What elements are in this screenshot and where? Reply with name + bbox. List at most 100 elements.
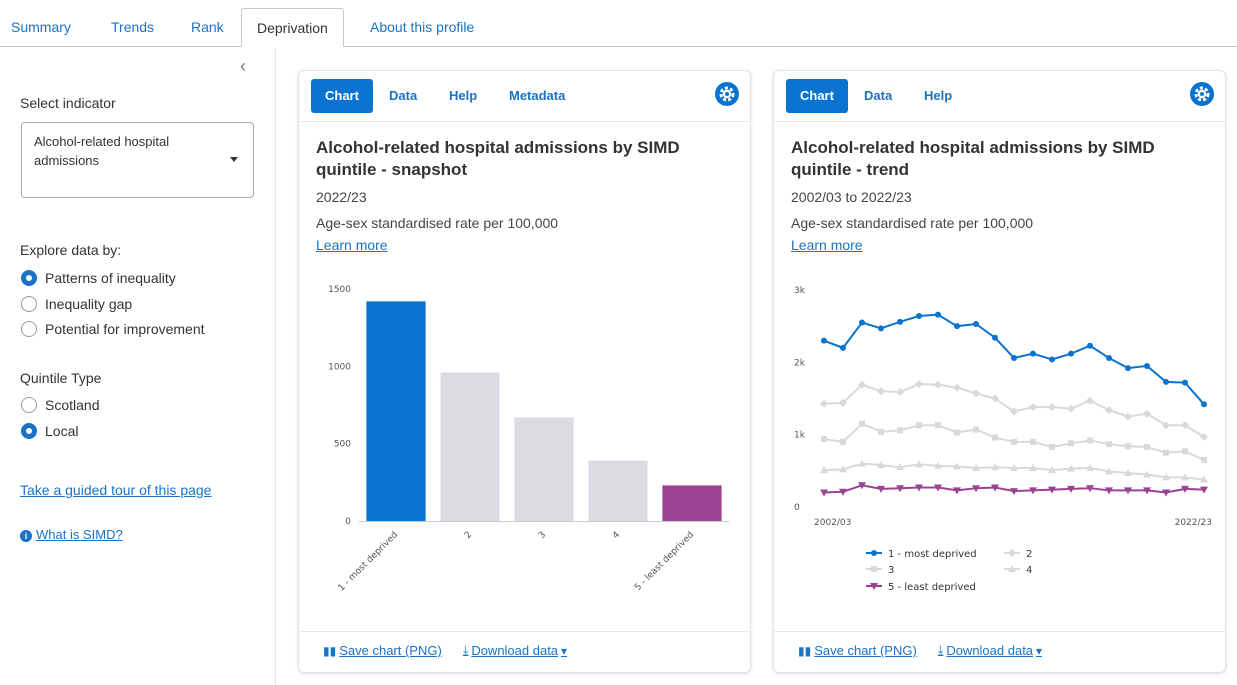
legend-item: 4 [1004, 565, 1032, 576]
tab-summary[interactable]: Summary [11, 8, 71, 47]
trend-tab-help[interactable]: Help [924, 79, 952, 113]
data-point [1011, 354, 1017, 361]
legend-item: 1 - most deprived [866, 549, 977, 560]
data-point [1049, 443, 1055, 450]
indicator-select[interactable]: Alcohol-related hospital admissions [21, 122, 254, 198]
snapshot-save-chart-button[interactable]: ▮▮ Save chart (PNG) [323, 643, 442, 658]
trend-learn-more-link[interactable]: Learn more [791, 237, 863, 253]
data-point [916, 422, 922, 429]
select-indicator-label: Select indicator [20, 95, 116, 111]
x-tick-label: 1 - most deprived [337, 530, 400, 593]
data-point [896, 387, 904, 396]
bar-chart-icon: ▮▮ [798, 643, 812, 658]
data-point [954, 323, 960, 330]
quintile-type-label: Quintile Type [20, 370, 102, 386]
y-tick-label: 2k [794, 358, 806, 368]
y-tick-label: 500 [334, 440, 351, 450]
divider [299, 121, 750, 122]
data-point [1030, 438, 1036, 445]
snapshot-download-data-button[interactable]: ⤓ Download data ▾ [463, 643, 567, 658]
data-point [1182, 379, 1188, 386]
data-point [821, 337, 827, 344]
download-data-label: Download data [946, 643, 1034, 658]
tab-about-profile[interactable]: About this profile [370, 8, 474, 47]
radio-label: Patterns of inequality [45, 270, 176, 286]
snapshot-tab-metadata[interactable]: Metadata [509, 79, 565, 113]
trend-line-chart: 0 1k 2k 3k 2002/03 2022/23 1 - most deprived 2 3… [794, 286, 1212, 593]
radio-label: Scotland [45, 397, 100, 413]
y-tick-label: 0 [794, 503, 800, 513]
data-point [953, 383, 961, 392]
data-point [840, 438, 846, 445]
data-point [878, 325, 884, 332]
snapshot-period: 2022/23 [316, 189, 367, 205]
data-point [1144, 362, 1150, 369]
data-point [1068, 350, 1074, 357]
data-point [1086, 396, 1094, 405]
snapshot-bar-chart: 0 500 1000 1500 1 - most deprived 2 3 4 5 - leas… [328, 285, 729, 594]
data-point [897, 318, 903, 325]
sidebar: ‹ Select indicator Alcohol-related hospi… [0, 48, 276, 685]
what-is-simd-link[interactable]: i What is SIMD? [20, 527, 123, 542]
data-point [1011, 438, 1017, 445]
radio-local[interactable]: Local [21, 421, 78, 441]
dropdown-caret-icon [230, 157, 238, 162]
divider [299, 631, 750, 632]
what-is-simd-label: What is SIMD? [36, 527, 123, 542]
bar [662, 485, 722, 521]
snapshot-tab-data[interactable]: Data [389, 79, 417, 113]
snapshot-learn-more-link[interactable]: Learn more [316, 237, 388, 253]
data-point [1201, 456, 1207, 463]
tab-trends[interactable]: Trends [111, 8, 154, 47]
radio-unselected-icon [21, 397, 37, 413]
caret-down-icon: ▾ [561, 643, 568, 658]
settings-gear-icon[interactable] [714, 81, 740, 107]
x-tick-label: 3 [537, 530, 548, 541]
series-2 [821, 420, 1207, 463]
x-tick-label: 5 - least deprived [633, 530, 696, 593]
data-point [821, 436, 827, 443]
tab-rank[interactable]: Rank [191, 8, 224, 47]
data-point [1105, 406, 1113, 415]
snapshot-tab-chart[interactable]: Chart [311, 79, 373, 113]
guided-tour-link[interactable]: Take a guided tour of this page [20, 482, 211, 498]
legend-item: 2 [1004, 549, 1032, 560]
data-point [1163, 378, 1169, 385]
legend-label: 3 [888, 565, 894, 576]
data-point [992, 434, 998, 441]
data-point [840, 344, 846, 351]
collapse-sidebar-icon[interactable]: ‹ [240, 56, 246, 77]
trend-tab-data[interactable]: Data [864, 79, 892, 113]
legend-label: 1 - most deprived [888, 549, 977, 560]
snapshot-tab-help[interactable]: Help [449, 79, 477, 113]
radio-scotland[interactable]: Scotland [21, 395, 99, 415]
y-tick-label: 1500 [328, 285, 351, 295]
data-point [1106, 354, 1112, 361]
bar [588, 460, 648, 521]
data-point [1182, 448, 1188, 455]
indicator-select-value: Alcohol-related hospital admissions [34, 134, 170, 168]
radio-potential-for-improvement[interactable]: Potential for improvement [21, 319, 205, 339]
data-point [973, 320, 979, 327]
radio-patterns-of-inequality[interactable]: Patterns of inequality [21, 268, 176, 288]
data-point [1029, 403, 1037, 412]
x-tick-label: 2 [463, 530, 474, 541]
snapshot-chart-title: Alcohol-related hospital admissions by S… [316, 138, 680, 179]
tab-deprivation[interactable]: Deprivation [241, 8, 344, 47]
data-point [871, 550, 877, 556]
trend-save-chart-button[interactable]: ▮▮ Save chart (PNG) [798, 643, 917, 658]
trend-download-data-button[interactable]: ⤓ Download data ▾ [938, 643, 1042, 658]
settings-gear-icon[interactable] [1189, 81, 1215, 107]
data-point [820, 399, 828, 408]
legend-label: 5 - least deprived [888, 582, 976, 593]
trend-tab-chart[interactable]: Chart [786, 79, 848, 113]
data-point [973, 426, 979, 433]
radio-inequality-gap[interactable]: Inequality gap [21, 294, 132, 314]
bar [440, 372, 500, 521]
y-tick-label: 0 [345, 517, 351, 527]
y-tick-label: 1k [794, 431, 806, 441]
data-point [1087, 342, 1093, 349]
radio-label: Local [45, 423, 79, 439]
data-point [1124, 412, 1132, 421]
bar-chart-icon: ▮▮ [323, 643, 337, 658]
